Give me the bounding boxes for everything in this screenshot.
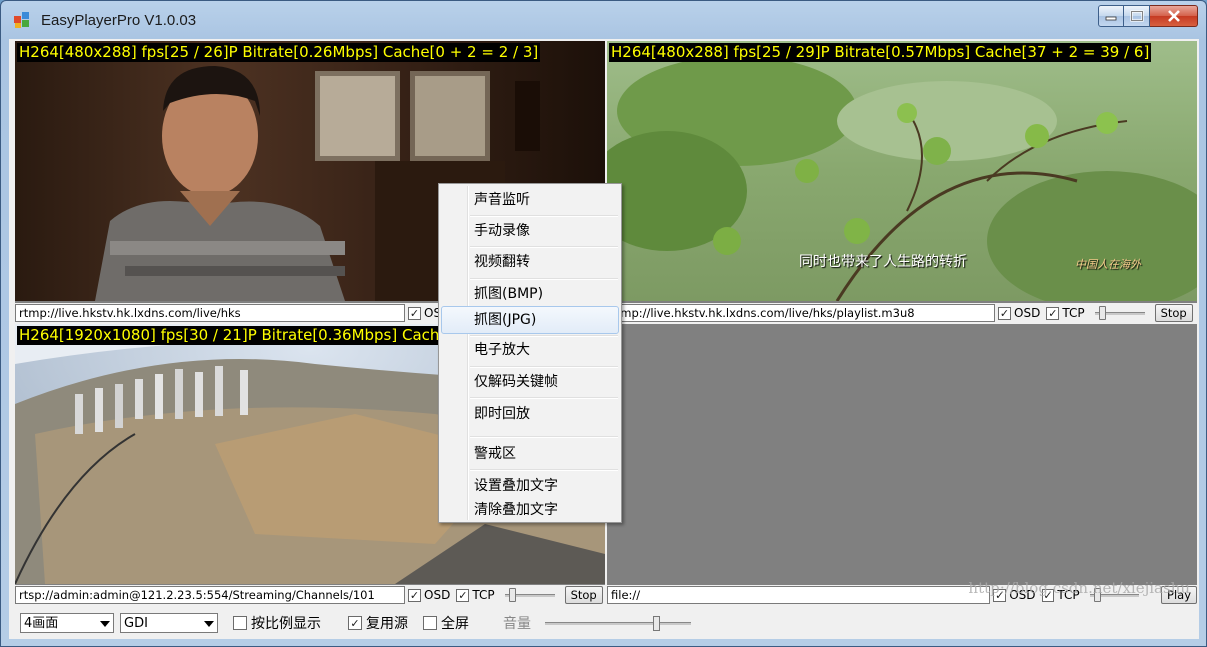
menu-item-clear-overlay-text[interactable]: 清除叠加文字 bbox=[441, 496, 619, 524]
reuse-source-label: 复用源 bbox=[366, 616, 408, 632]
url-input-1[interactable]: rtmp://live.hkstv.hk.lxdns.com/live/hks bbox=[15, 304, 405, 322]
menu-item-snapshot-jpg[interactable]: 抓图(JPG) bbox=[441, 306, 619, 334]
osd-overlay-1: H264[480x288] fps[25 / 26]P Bitrate[0.26… bbox=[17, 43, 541, 62]
slider-thumb-3[interactable] bbox=[508, 588, 516, 602]
osd-label-2: OSD bbox=[1014, 306, 1041, 320]
window-controls bbox=[1098, 5, 1198, 27]
video-subtitle-2: 同时也带来了人生路的转折 bbox=[799, 254, 967, 270]
url-input-4[interactable]: file:// bbox=[607, 586, 991, 604]
video-panel-4: file:// ✓ OSD ✓ TCP Play bbox=[607, 324, 1197, 605]
control-row-2: rtmp://live.hkstv.hk.lxdns.com/live/hks/… bbox=[607, 303, 1197, 322]
maximize-icon bbox=[1129, 10, 1144, 22]
keep-ratio-label: 按比例显示 bbox=[251, 616, 321, 632]
menu-item-alert-zone[interactable]: 警戒区 bbox=[441, 440, 619, 468]
slider-thumb-2[interactable] bbox=[1098, 306, 1106, 320]
tcp-label-2: TCP bbox=[1062, 306, 1085, 320]
layout-select[interactable]: 4画面 bbox=[20, 613, 114, 633]
close-button[interactable] bbox=[1150, 5, 1198, 27]
stop-button-3[interactable]: Stop bbox=[564, 586, 603, 604]
master-volume-slider[interactable] bbox=[545, 615, 691, 631]
menu-item-manual-record[interactable]: 手动录像 bbox=[441, 217, 619, 245]
tcp-checkbox-3[interactable]: ✓ bbox=[456, 588, 470, 602]
reuse-source-toggle[interactable]: ✓ 复用源 bbox=[345, 613, 408, 633]
layout-select-value: 4画面 bbox=[24, 616, 59, 631]
osd-overlay-2: H264[480x288] fps[25 / 29]P Bitrate[0.57… bbox=[609, 43, 1152, 62]
window-title: EasyPlayerPro V1.0.03 bbox=[41, 12, 197, 29]
volume-slider-2[interactable] bbox=[1094, 305, 1145, 321]
menu-item-video-flip[interactable]: 视频翻转 bbox=[441, 248, 619, 276]
master-volume-thumb[interactable] bbox=[653, 616, 660, 631]
watermark: http://blog.csdn.net/xiejiashu bbox=[968, 579, 1190, 597]
menu-separator bbox=[470, 469, 618, 471]
reuse-source-checkbox[interactable]: ✓ bbox=[348, 616, 362, 630]
app-window: EasyPlayerPro V1.0.03 H264[480x288] fps[… bbox=[0, 0, 1207, 647]
osd-overlay-3: H264[1920x1080] fps[30 / 21]P Bitrate[0.… bbox=[17, 326, 457, 345]
osd-checkbox-3[interactable]: ✓ bbox=[408, 588, 421, 602]
osd-checkbox-2[interactable]: ✓ bbox=[998, 306, 1011, 320]
menu-separator bbox=[470, 397, 618, 399]
menu-item-snapshot-bmp[interactable]: 抓图(BMP) bbox=[441, 280, 619, 308]
app-logo-icon bbox=[14, 12, 29, 28]
url-input-2[interactable]: rtmp://live.hkstv.hk.lxdns.com/live/hks/… bbox=[607, 304, 995, 322]
menu-item-instant-replay[interactable]: 即时回放 bbox=[441, 400, 619, 428]
fullscreen-label: 全屏 bbox=[441, 616, 469, 632]
context-menu: 声音监听 手动录像 视频翻转 抓图(BMP) 抓图(JPG) 电子放大 仅解码关… bbox=[438, 183, 622, 523]
bottom-toolbar: 4画面 GDI 按比例显示 ✓ 复用源 全屏 音量 bbox=[9, 607, 1199, 639]
minimize-icon bbox=[1105, 16, 1117, 21]
video-frame-4[interactable] bbox=[607, 324, 1197, 584]
minimize-button[interactable] bbox=[1098, 5, 1124, 27]
menu-item-audio-monitor[interactable]: 声音监听 bbox=[441, 186, 619, 214]
control-row-3: rtsp://admin:admin@121.2.23.5:554/Stream… bbox=[15, 585, 605, 605]
render-select[interactable]: GDI bbox=[120, 613, 218, 633]
menu-item-keyframe-only[interactable]: 仅解码关键帧 bbox=[441, 368, 619, 396]
keep-ratio-toggle[interactable]: 按比例显示 bbox=[230, 613, 321, 633]
tcp-checkbox-2[interactable]: ✓ bbox=[1046, 306, 1060, 320]
menu-separator bbox=[470, 436, 618, 438]
chevron-down-icon bbox=[204, 621, 214, 627]
title-bar[interactable]: EasyPlayerPro V1.0.03 bbox=[1, 1, 1206, 39]
render-select-value: GDI bbox=[124, 616, 148, 631]
url-input-3[interactable]: rtsp://admin:admin@121.2.23.5:554/Stream… bbox=[15, 586, 405, 604]
volume-slider-3[interactable] bbox=[504, 587, 555, 603]
video-caption-2: 中国人在海外 bbox=[1075, 258, 1141, 271]
keep-ratio-checkbox[interactable] bbox=[233, 616, 247, 630]
stop-button-2[interactable]: Stop bbox=[1154, 304, 1193, 322]
menu-item-digital-zoom[interactable]: 电子放大 bbox=[441, 336, 619, 364]
maximize-button[interactable] bbox=[1124, 5, 1150, 27]
chevron-down-icon bbox=[100, 621, 110, 627]
video-panel-2: H264[480x288] fps[25 / 29]P Bitrate[0.57… bbox=[607, 41, 1197, 322]
fullscreen-checkbox[interactable] bbox=[423, 616, 437, 630]
close-icon bbox=[1167, 10, 1180, 22]
volume-label: 音量 bbox=[503, 616, 531, 632]
master-volume-track bbox=[545, 622, 691, 625]
osd-label-3: OSD bbox=[424, 588, 451, 602]
tcp-label-3: TCP bbox=[472, 588, 495, 602]
fullscreen-toggle[interactable]: 全屏 bbox=[420, 613, 469, 633]
osd-checkbox-1[interactable]: ✓ bbox=[408, 306, 421, 320]
